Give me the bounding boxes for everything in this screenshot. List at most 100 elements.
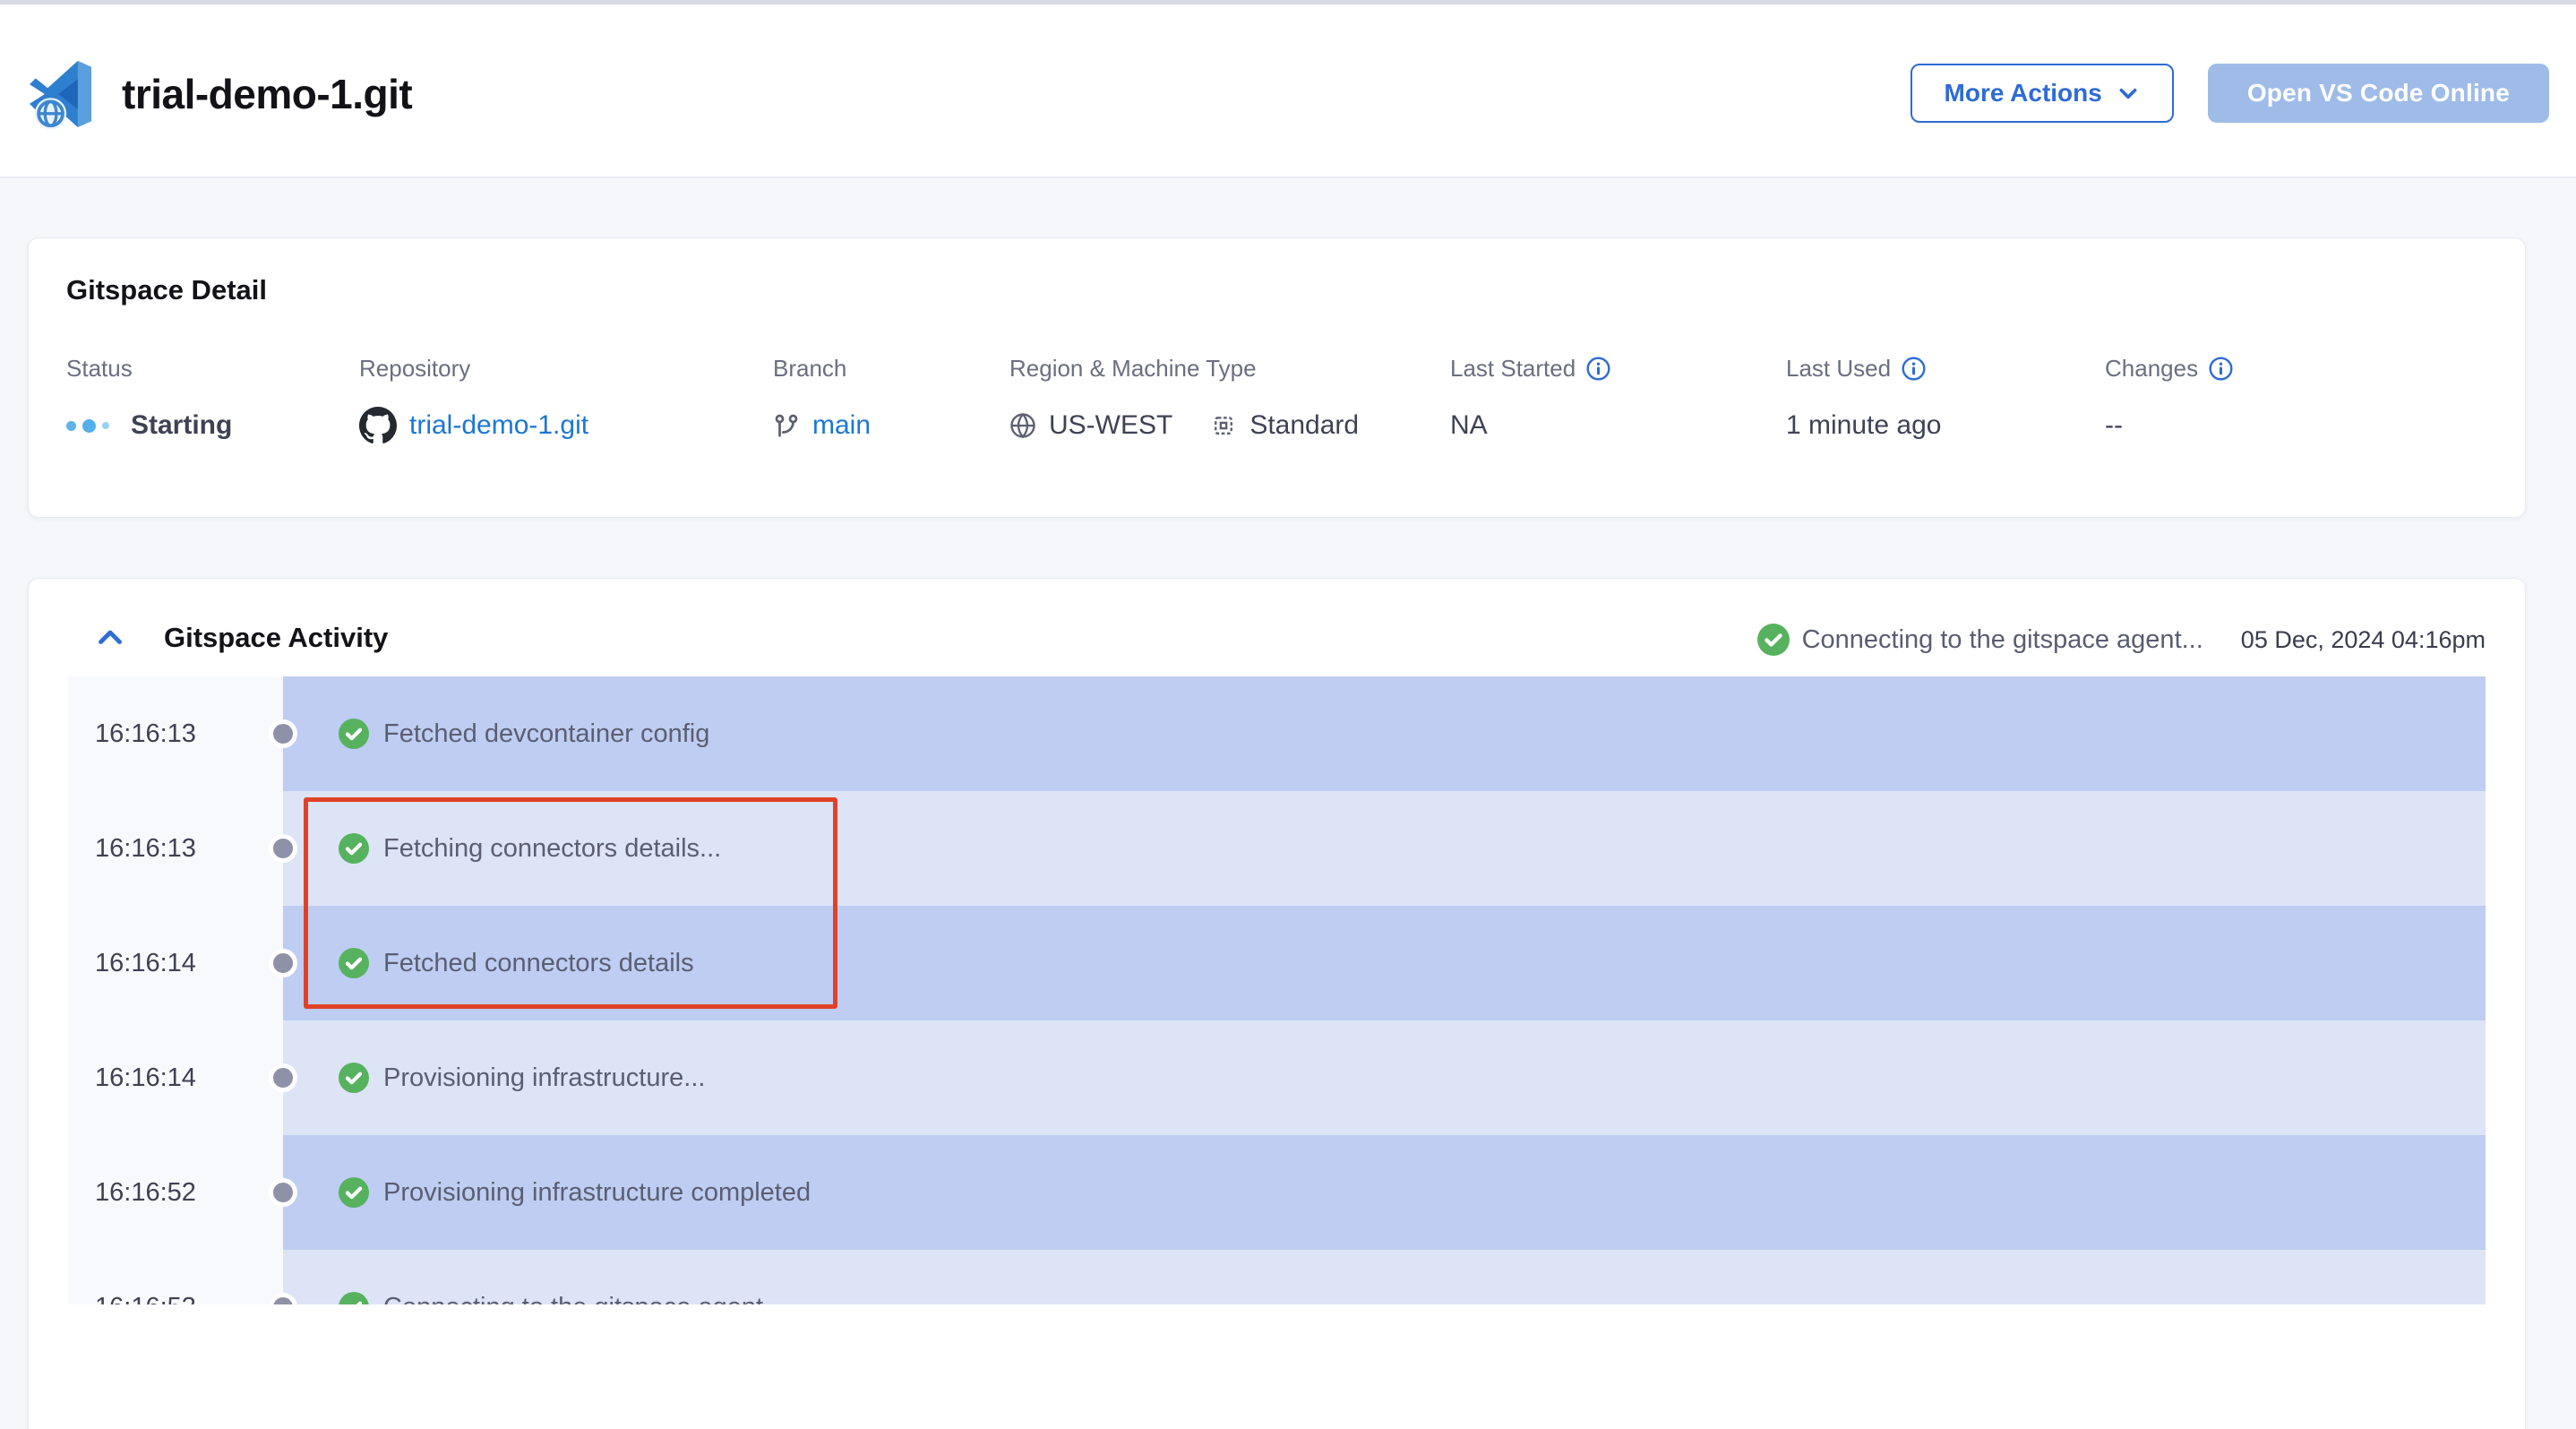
log-timestamp: 16:16:14 [95, 1063, 196, 1093]
log-timestamp: 16:16:13 [95, 719, 196, 749]
globe-icon [1009, 412, 1036, 439]
last-used-value: 1 minute ago [1786, 406, 1941, 445]
branch-link[interactable]: main [812, 410, 871, 441]
status-value-row: Starting [66, 406, 232, 445]
timeline-dot-icon [269, 1063, 297, 1092]
info-icon[interactable] [2209, 357, 2233, 381]
activity-status-text: Connecting to the gitspace agent... [1802, 625, 2203, 655]
status-loading-dots-icon [66, 419, 109, 433]
last-started-value: NA [1450, 406, 1610, 445]
timeline-dot-icon [269, 719, 297, 748]
last-started-label: Last Started [1450, 355, 1610, 383]
activity-header-left: Gitspace Activity [94, 622, 388, 654]
vscode-online-logo-icon [25, 56, 100, 132]
log-row: 16:16:13 Fetching connectors details... [68, 791, 2486, 906]
log-time-cell: 16:16:13 [68, 676, 283, 791]
open-vscode-online-label: Open VS Code Online [2247, 79, 2510, 108]
branch-label: Branch [773, 355, 871, 383]
region-machine-label: Region & Machine Type [1009, 355, 1359, 383]
timeline-dot-icon [269, 949, 297, 977]
status-label: Status [66, 355, 232, 383]
log-row: 16:16:52 Provisioning infrastructure com… [68, 1135, 2486, 1250]
changes-value: -- [2105, 406, 2233, 445]
log-message: Fetching connectors details... [383, 834, 721, 864]
log-message-cell: Fetched devcontainer config [283, 676, 2486, 791]
log-message-cell: Connecting to the gitspace agent [283, 1250, 2486, 1304]
log-row: 16:16:13 Fetched devcontainer config [68, 676, 2486, 791]
activity-log[interactable]: 16:16:13 Fetched devcontainer config 16:… [68, 676, 2486, 1304]
log-time-cell: 16:16:13 [68, 791, 283, 906]
field-region-machine: Region & Machine Type US-WEST Standard [1009, 355, 1359, 445]
success-check-icon [1757, 624, 1790, 656]
region-value: US-WEST [1049, 410, 1172, 441]
log-timestamp: 16:16:53 [95, 1293, 196, 1305]
log-row: 16:16:53 Connecting to the gitspace agen… [68, 1250, 2486, 1304]
status-value: Starting [131, 410, 232, 441]
field-status: Status Starting [66, 355, 232, 445]
success-check-icon [339, 948, 369, 978]
more-actions-button[interactable]: More Actions [1911, 64, 2174, 123]
log-message: Provisioning infrastructure completed [383, 1178, 811, 1208]
page-header: trial-demo-1.git More Actions Open VS Co… [0, 4, 2576, 178]
git-branch-icon [773, 412, 800, 439]
log-message-cell: Provisioning infrastructure... [283, 1020, 2486, 1135]
log-message-cell: Fetching connectors details... [283, 791, 2486, 906]
activity-status-date: 05 Dec, 2024 04:16pm [2241, 626, 2486, 654]
open-vscode-online-button[interactable]: Open VS Code Online [2208, 64, 2549, 123]
last-started-label-text: Last Started [1450, 355, 1576, 383]
machine-pair: Standard [1210, 410, 1359, 441]
gitspace-activity-card: Gitspace Activity Connecting to the gits… [28, 578, 2526, 1429]
field-branch: Branch main [773, 355, 871, 445]
success-check-icon [339, 719, 369, 749]
more-actions-label: More Actions [1945, 79, 2102, 108]
chevron-down-icon [2117, 82, 2140, 105]
log-timestamp: 16:16:52 [95, 1178, 196, 1208]
log-message: Connecting to the gitspace agent [383, 1293, 763, 1305]
log-message: Fetched devcontainer config [383, 719, 709, 749]
log-time-cell: 16:16:53 [68, 1250, 283, 1304]
log-message: Fetched connectors details [383, 949, 694, 978]
region-machine-value-row: US-WEST Standard [1009, 406, 1359, 445]
branch-value-row: main [773, 406, 871, 445]
field-changes: Changes -- [2105, 355, 2233, 445]
changes-label-text: Changes [2105, 355, 2198, 383]
repository-label: Repository [359, 355, 588, 383]
log-message-cell: Fetched connectors details [283, 906, 2486, 1020]
cpu-icon [1210, 412, 1237, 439]
success-check-icon [339, 1292, 369, 1304]
gitspace-detail-card: Gitspace Detail Status Starting Reposito… [28, 237, 2526, 518]
log-timestamp: 16:16:14 [95, 949, 196, 978]
machine-type-value: Standard [1249, 410, 1359, 441]
last-used-label: Last Used [1786, 355, 1941, 383]
header-actions: More Actions Open VS Code Online [1911, 64, 2549, 123]
timeline-dot-icon [269, 834, 297, 863]
info-icon[interactable] [1902, 357, 1926, 381]
github-icon [359, 407, 397, 444]
header-left: trial-demo-1.git [25, 49, 412, 139]
field-repository: Repository trial-demo-1.git [359, 355, 588, 445]
info-icon[interactable] [1586, 357, 1610, 381]
page-title: trial-demo-1.git [122, 70, 412, 118]
repository-link[interactable]: trial-demo-1.git [409, 410, 588, 441]
last-used-label-text: Last Used [1786, 355, 1891, 383]
log-row: 16:16:14 Provisioning infrastructure... [68, 1020, 2486, 1135]
log-message-cell: Provisioning infrastructure completed [283, 1135, 2486, 1250]
success-check-icon [339, 833, 369, 864]
activity-card-title: Gitspace Activity [164, 622, 388, 654]
timeline-dot-icon [269, 1178, 297, 1207]
log-row: 16:16:14 Fetched connectors details [68, 906, 2486, 1020]
log-time-cell: 16:16:14 [68, 906, 283, 1020]
field-last-started: Last Started NA [1450, 355, 1610, 445]
collapse-chevron-up-icon[interactable] [94, 622, 126, 654]
activity-header-right: Connecting to the gitspace agent... 05 D… [1757, 624, 2486, 656]
field-last-used: Last Used 1 minute ago [1786, 355, 1941, 445]
repository-value-row: trial-demo-1.git [359, 406, 588, 445]
log-time-cell: 16:16:52 [68, 1135, 283, 1250]
log-time-cell: 16:16:14 [68, 1020, 283, 1135]
success-check-icon [339, 1063, 369, 1093]
changes-label: Changes [2105, 355, 2233, 383]
log-timestamp: 16:16:13 [95, 834, 196, 864]
detail-card-title: Gitspace Detail [66, 274, 267, 306]
success-check-icon [339, 1177, 369, 1208]
log-message: Provisioning infrastructure... [383, 1063, 705, 1093]
